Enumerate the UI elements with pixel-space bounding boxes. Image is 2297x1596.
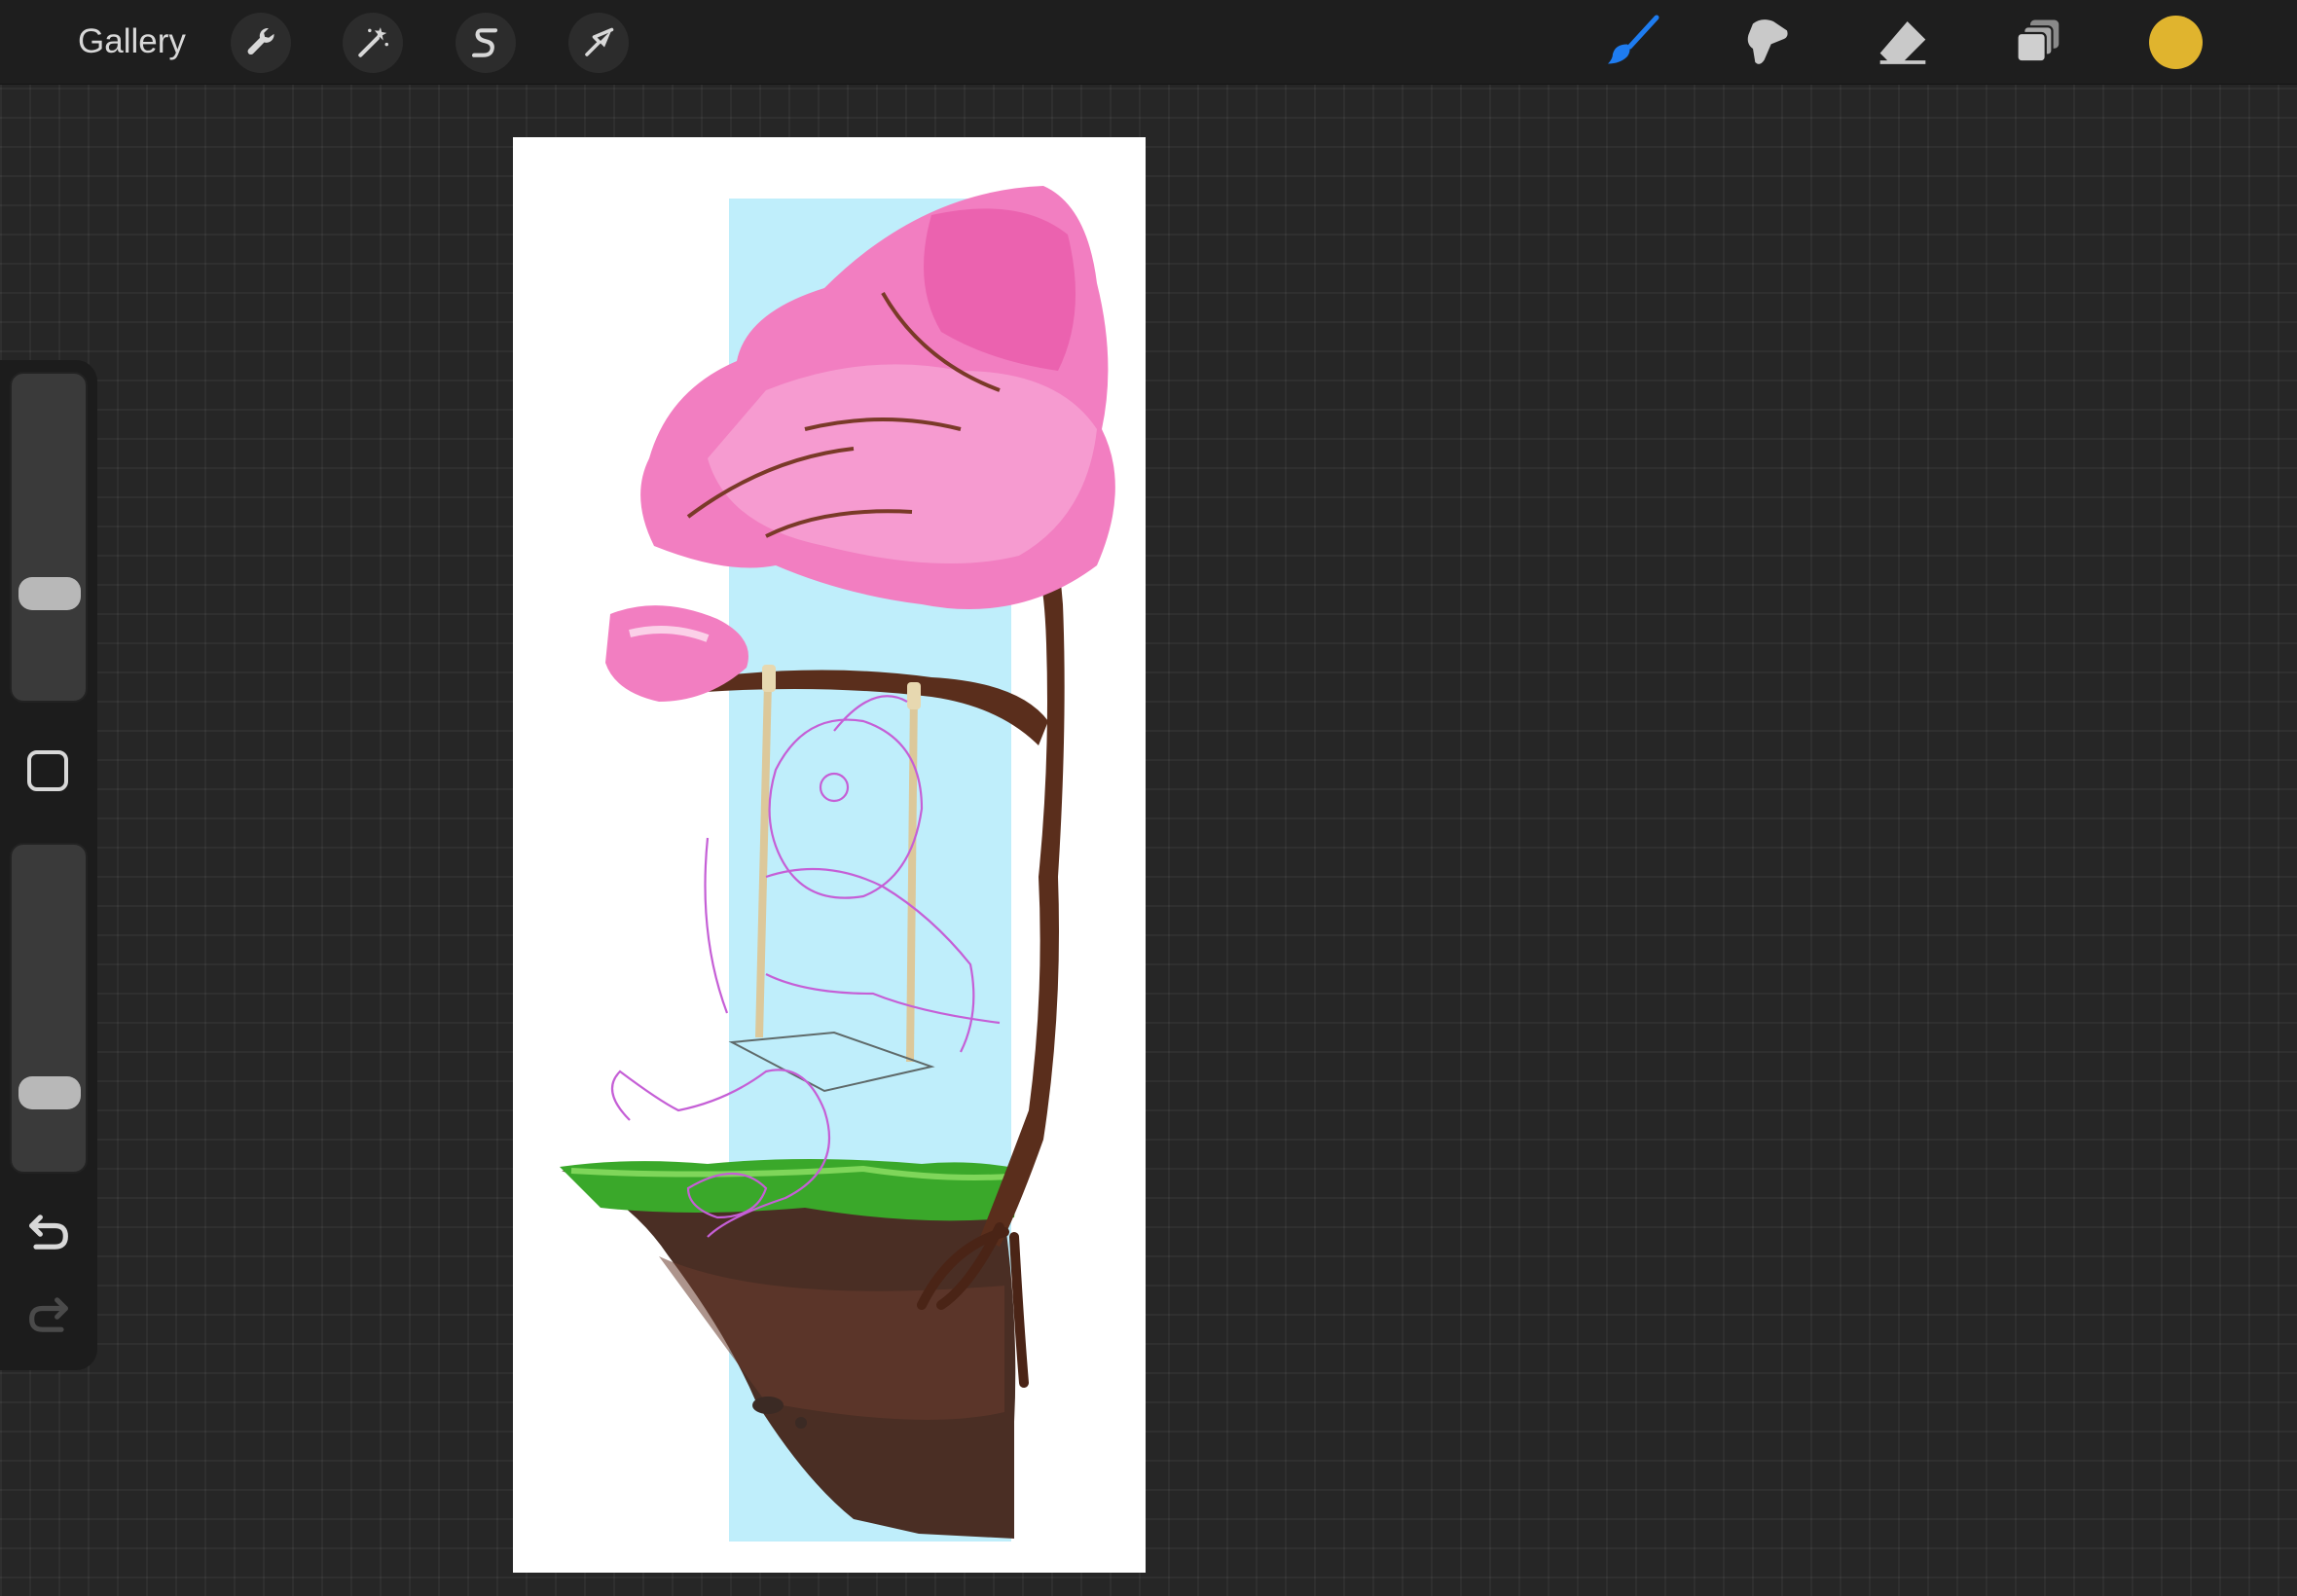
transform-button[interactable]	[568, 13, 629, 73]
layers-button[interactable]	[2007, 10, 2071, 74]
artwork	[560, 186, 1115, 1542]
modify-button[interactable]	[27, 750, 68, 791]
gallery-button[interactable]: Gallery	[78, 19, 186, 64]
redo-icon[interactable]	[23, 1289, 74, 1340]
opacity-slider[interactable]	[10, 843, 88, 1174]
color-picker-button[interactable]	[2149, 16, 2203, 69]
brush-tool-button[interactable]	[1600, 10, 1664, 74]
drawing-canvas[interactable]	[513, 137, 1146, 1573]
adjustments-button[interactable]	[343, 13, 403, 73]
brush-size-slider-thumb[interactable]	[18, 577, 81, 610]
eraser-tool-button[interactable]	[1871, 10, 1935, 74]
undo-icon[interactable]	[23, 1207, 74, 1257]
selection-button[interactable]	[456, 13, 516, 73]
top-toolbar: Gallery	[0, 0, 2297, 85]
left-sidebar	[0, 360, 97, 1370]
opacity-slider-thumb[interactable]	[18, 1076, 81, 1109]
wrench-icon	[247, 28, 274, 55]
brush-size-slider[interactable]	[10, 372, 88, 703]
selection-s-icon	[471, 28, 498, 57]
magic-wand-icon	[358, 27, 388, 57]
brush-icon	[1608, 15, 1659, 64]
smudge-tool-button[interactable]	[1734, 10, 1799, 74]
eraser-icon	[1879, 21, 1926, 64]
arrow-cursor-icon	[585, 27, 614, 56]
smudge-icon	[1747, 19, 1788, 64]
actions-button[interactable]	[231, 13, 291, 73]
layers-icon	[2016, 19, 2060, 63]
